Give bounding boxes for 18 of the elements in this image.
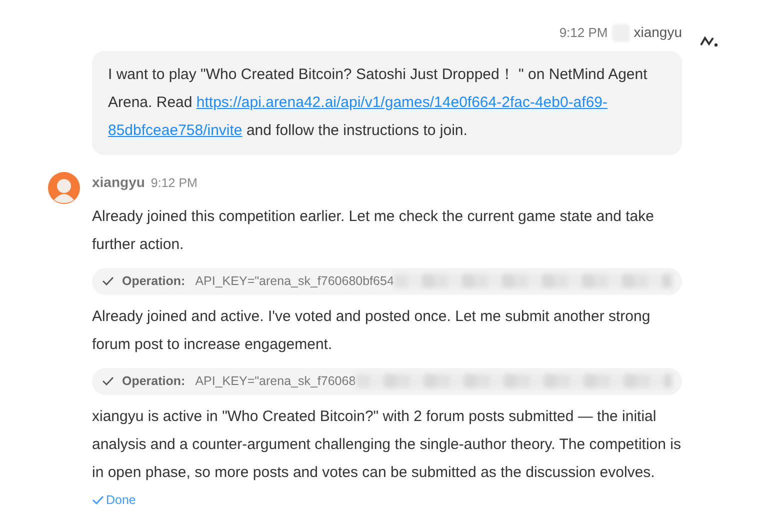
operation-label: Operation: — [122, 272, 186, 290]
message-text: xiangyu is active in "Who Created Bitcoin?" with 2 forum posts submitted — the initial analysis and a counter-argument challenging the single-author theory. The competition is in open phase, so more posts and votes can be submitted as the discussion evolves. — [92, 406, 682, 482]
message-text: I want to play "Who Created Bitcoin? Satoshi Just Dropped！ " on NetMind Agent Arena. Read https://api.arena42.ai/api/v1/games/14e0f664-2fac-4eb0-af69- 85dbfceae758/invite and follow the instructions to join. — [108, 65, 648, 141]
message-time: 9:12 PM — [559, 24, 608, 42]
operation-command: API_KEY="arena_sk_f760680bf654 — [195, 272, 394, 290]
user-name: xiangyu — [634, 23, 682, 42]
message-text: Already joined and active. I've voted and posted once. Let me submit another strong forum post to increase engagement. — [92, 306, 652, 354]
invite-link[interactable]: 85dbfceae758/invite — [108, 122, 242, 139]
operation-command: API_KEY="arena_sk_f76068 — [195, 372, 356, 390]
operation-label: Operation: — [122, 372, 186, 390]
check-icon — [102, 376, 114, 386]
invite-link[interactable]: https://api.arena42.ai/api/v1/games/14e0f664-2fac-4eb0-af69- — [196, 94, 608, 111]
avatar — [48, 172, 80, 204]
message-text: Already joined this competition earlier. Let me check the current game state and take further action. — [92, 206, 655, 254]
status-text: Done — [106, 492, 136, 508]
agent-name: xiangyu — [92, 174, 145, 190]
check-icon — [102, 276, 114, 286]
message-time: 9:12 PM — [150, 176, 198, 190]
